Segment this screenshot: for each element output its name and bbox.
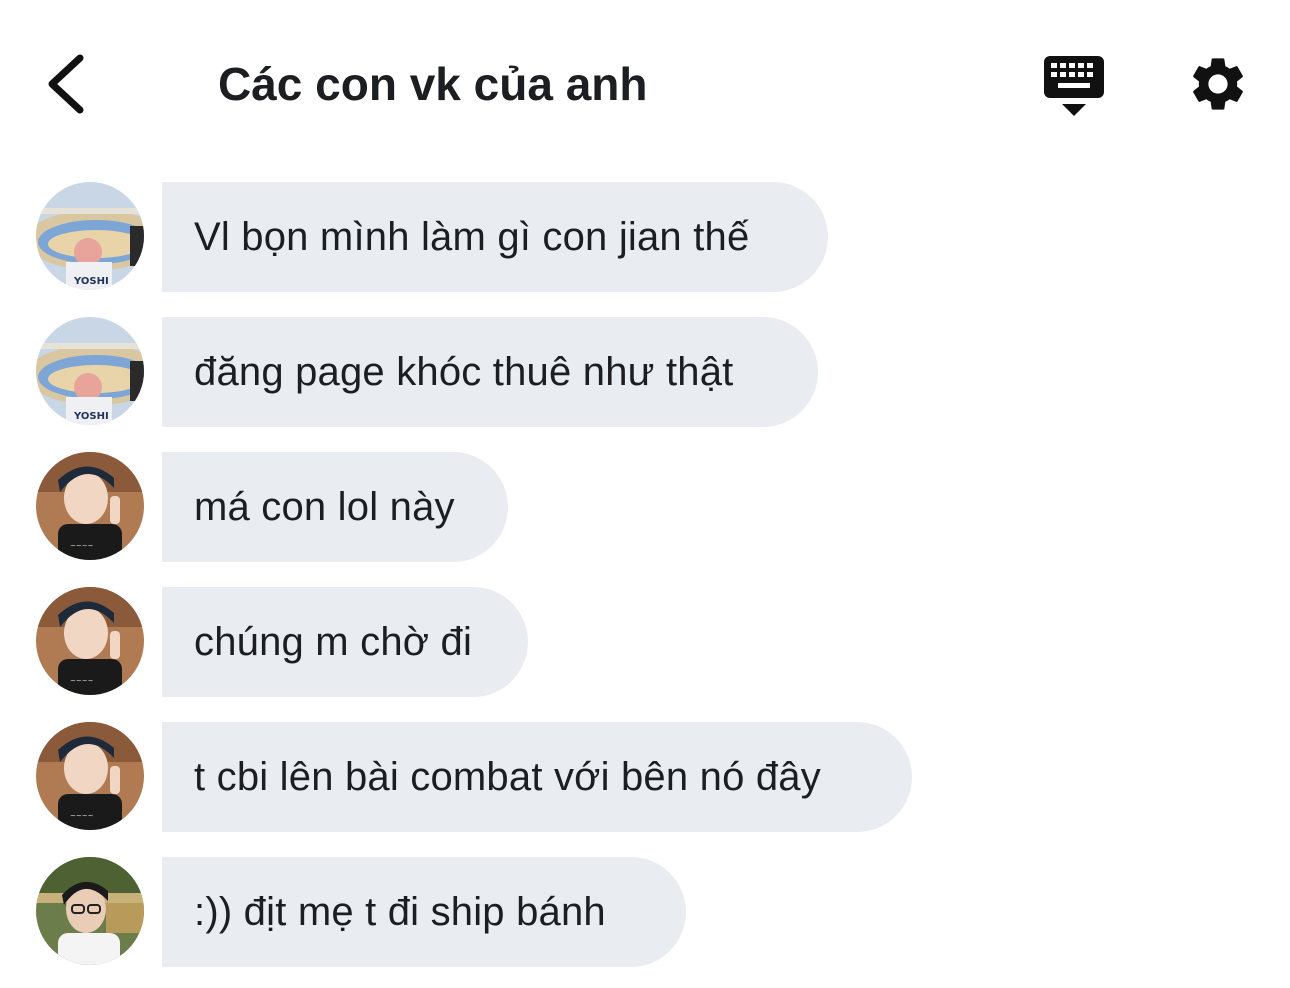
- stadium-avatar[interactable]: YOSHI: [36, 182, 144, 290]
- stadium-avatar[interactable]: YOSHI: [36, 317, 144, 425]
- message-text: :)) địt mẹ t đi ship bánh: [194, 889, 606, 934]
- svg-text:~~~~: ~~~~: [70, 542, 94, 550]
- peace-sign-avatar[interactable]: ~~~~: [36, 722, 144, 830]
- message-bubble[interactable]: đăng page khóc thuê như thật: [162, 317, 818, 427]
- svg-text:~~~~: ~~~~: [70, 812, 94, 820]
- back-button[interactable]: [38, 48, 98, 120]
- svg-text:YOSHI: YOSHI: [73, 411, 109, 422]
- message-bubble[interactable]: t cbi lên bài combat với bên nó đây: [162, 722, 912, 832]
- message-bubble[interactable]: má con lol này: [162, 452, 508, 562]
- svg-text:~~~~: ~~~~: [70, 677, 94, 685]
- message-row: ~~~~ t cbi lên bài combat với bên nó đây: [0, 722, 1290, 834]
- message-row: YOSHI đăng page khóc thuê như thật: [0, 317, 1290, 429]
- settings-button[interactable]: [1186, 52, 1250, 116]
- message-bubble[interactable]: Vl bọn mình làm gì con jian thế: [162, 182, 828, 292]
- message-text: đăng page khóc thuê như thật: [194, 349, 734, 394]
- chat-title: Các con vk của anh: [218, 58, 648, 110]
- message-text: Vl bọn mình làm gì con jian thế: [194, 214, 750, 259]
- message-row: ~~~~ chúng m chờ đi: [0, 587, 1290, 699]
- message-text: t cbi lên bài combat với bên nó đây: [194, 754, 821, 799]
- message-text: má con lol này: [194, 484, 455, 529]
- keyboard-button[interactable]: [1040, 52, 1110, 120]
- message-row: :)) địt mẹ t đi ship bánh: [0, 857, 1290, 969]
- glasses-avatar[interactable]: [36, 857, 144, 965]
- message-text: chúng m chờ đi: [194, 619, 473, 664]
- message-bubble[interactable]: chúng m chờ đi: [162, 587, 528, 697]
- message-row: ~~~~ má con lol này: [0, 452, 1290, 564]
- peace-sign-avatar[interactable]: ~~~~: [36, 587, 144, 695]
- message-bubble[interactable]: :)) địt mẹ t đi ship bánh: [162, 857, 686, 967]
- chevron-left-icon: [48, 54, 84, 114]
- message-row: YOSHI Vl bọn mình làm gì con jian thế: [0, 182, 1290, 294]
- gear-icon: [1193, 58, 1243, 110]
- peace-sign-avatar[interactable]: ~~~~: [36, 452, 144, 560]
- svg-text:YOSHI: YOSHI: [73, 276, 109, 287]
- keyboard-icon: [1044, 56, 1104, 116]
- chat-header: Các con vk của anh: [0, 0, 1290, 170]
